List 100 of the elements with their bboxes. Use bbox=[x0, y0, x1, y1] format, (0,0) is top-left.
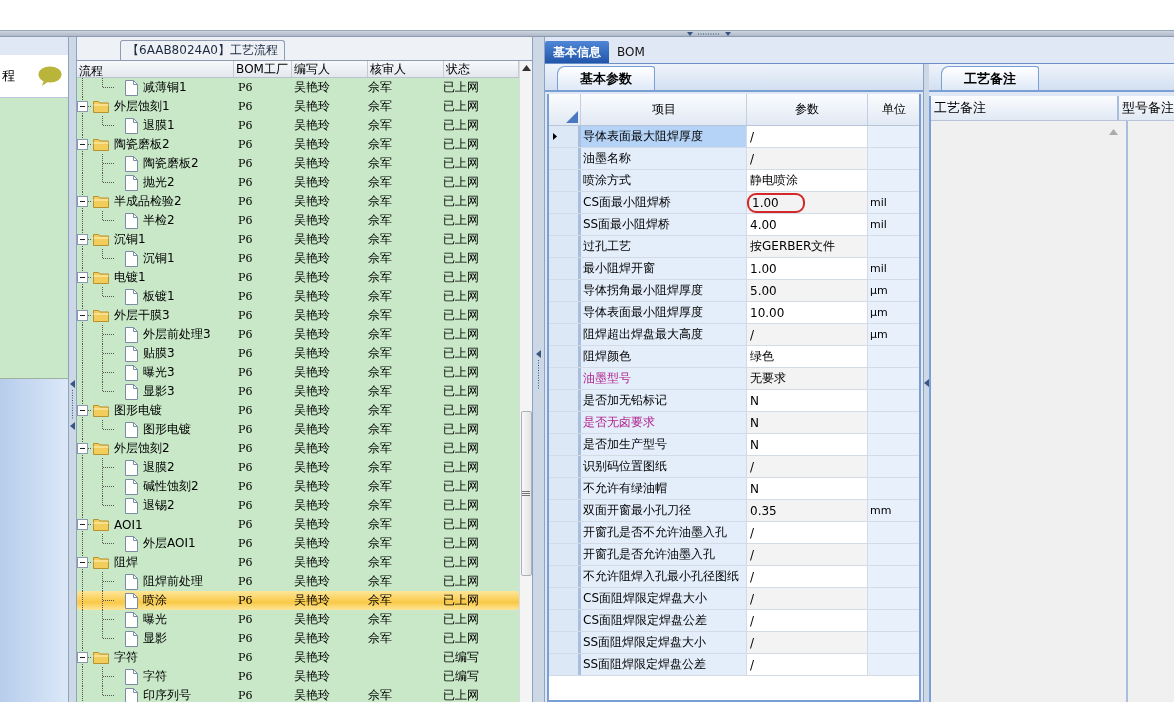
table-row[interactable]: 识别码位置图纸 / bbox=[549, 456, 919, 478]
tree-row[interactable]: 沉铜1 P6 吴艳玲 佘军 已上网 bbox=[77, 230, 519, 249]
tree-row[interactable]: 退膜1 P6 吴艳玲 佘军 已上网 bbox=[77, 116, 519, 135]
table-cell[interactable]: N bbox=[747, 390, 868, 411]
collapse-toggle-icon[interactable] bbox=[77, 272, 88, 283]
column-header[interactable]: 项目 bbox=[581, 94, 747, 125]
collapse-toggle-icon[interactable] bbox=[77, 652, 88, 663]
table-cell[interactable]: / bbox=[747, 544, 868, 565]
collapse-arrow-icon[interactable] bbox=[70, 421, 75, 430]
speech-bubble-icon[interactable] bbox=[38, 66, 62, 86]
table-row[interactable]: 导体表面最小阻焊厚度 10.00 μm bbox=[549, 302, 919, 324]
table-cell[interactable]: / bbox=[747, 456, 868, 477]
table-row[interactable]: 导体表面最大阻焊厚度 / bbox=[549, 126, 919, 148]
tree-row[interactable]: 退锡2 P6 吴艳玲 佘军 已上网 bbox=[77, 496, 519, 515]
tree-row[interactable]: 沉铜1 P6 吴艳玲 佘军 已上网 bbox=[77, 249, 519, 268]
table-row[interactable]: 不允许阻焊入孔最小孔径图纸 / bbox=[549, 566, 919, 588]
splitter-grip-icon[interactable] bbox=[686, 31, 732, 37]
tree-row[interactable]: 板镀1 P6 吴艳玲 佘军 已上网 bbox=[77, 287, 519, 306]
collapse-toggle-icon[interactable] bbox=[77, 557, 88, 568]
table-cell[interactable]: / bbox=[747, 588, 868, 609]
table-row[interactable]: 喷涂方式 静电喷涂 bbox=[549, 170, 919, 192]
tab[interactable]: 基本参数 bbox=[557, 66, 655, 90]
collapse-toggle-icon[interactable] bbox=[77, 405, 88, 416]
scrollbar[interactable] bbox=[519, 61, 532, 702]
scroll-thumb[interactable] bbox=[520, 411, 532, 576]
table-row[interactable]: 开窗孔是否允许油墨入孔 / bbox=[549, 544, 919, 566]
table-cell[interactable]: / bbox=[747, 148, 868, 169]
tree-row[interactable]: 外层蚀刻2 P6 吴艳玲 佘军 已上网 bbox=[77, 439, 519, 458]
tree-row[interactable]: 显影 P6 吴艳玲 佘军 已上网 bbox=[77, 629, 519, 648]
table-cell[interactable]: / bbox=[747, 324, 868, 345]
scroll-up-icon[interactable] bbox=[521, 65, 531, 71]
table-row[interactable]: 阻焊颜色 绿色 bbox=[549, 346, 919, 368]
tree-row[interactable]: 印序列号 P6 吴艳玲 佘军 已上网 bbox=[77, 686, 519, 702]
row-header[interactable] bbox=[549, 126, 581, 147]
table-cell[interactable]: 1.00 bbox=[747, 258, 868, 279]
column-header[interactable]: 核审人 bbox=[367, 61, 445, 77]
tree-row[interactable]: 阻焊 P6 吴艳玲 佘军 已上网 bbox=[77, 553, 519, 572]
table-cell[interactable]: 按GERBER文件 bbox=[747, 236, 868, 257]
table-cell[interactable]: / bbox=[747, 632, 868, 653]
collapse-toggle-icon[interactable] bbox=[77, 196, 88, 207]
splitter-grip-icon[interactable] bbox=[71, 389, 74, 420]
collapse-toggle-icon[interactable] bbox=[77, 101, 88, 112]
tree-row[interactable]: 半检2 P6 吴艳玲 佘军 已上网 bbox=[77, 211, 519, 230]
table-row[interactable]: 阻焊超出焊盘最大高度 / μm bbox=[549, 324, 919, 346]
tree-row[interactable]: 外层干膜3 P6 吴艳玲 佘军 已上网 bbox=[77, 306, 519, 325]
tab[interactable]: BOM bbox=[609, 41, 653, 63]
table-row[interactable]: SS面最小阻焊桥 4.00 mil bbox=[549, 214, 919, 236]
collapse-arrow-icon[interactable] bbox=[536, 349, 541, 358]
tree-row[interactable]: 陶瓷磨板2 P6 吴艳玲 佘军 已上网 bbox=[77, 135, 519, 154]
table-cell[interactable]: / bbox=[747, 654, 868, 675]
tree-row[interactable]: 曝光 P6 吴艳玲 佘军 已上网 bbox=[77, 610, 519, 629]
table-cell[interactable]: N bbox=[747, 412, 868, 433]
tree-row[interactable]: 贴膜3 P6 吴艳玲 佘军 已上网 bbox=[77, 344, 519, 363]
table-cell[interactable]: 绿色 bbox=[747, 346, 868, 367]
table-row[interactable]: SS面阻焊限定焊盘公差 / bbox=[549, 654, 919, 676]
table-row[interactable]: 最小阻焊开窗 1.00 mil bbox=[549, 258, 919, 280]
table-row[interactable]: 双面开窗最小孔刀径 0.35 mm bbox=[549, 500, 919, 522]
tree-row[interactable]: 减薄铜1 P6 吴艳玲 佘军 已上网 bbox=[77, 78, 519, 97]
table-cell[interactable]: / bbox=[747, 522, 868, 543]
tree-row[interactable]: 字符 P6 吴艳玲 已编写 bbox=[77, 648, 519, 667]
column-header[interactable]: BOM工厂 bbox=[234, 61, 293, 77]
tree-row[interactable]: 陶瓷磨板2 P6 吴艳玲 佘军 已上网 bbox=[77, 154, 519, 173]
table-cell[interactable]: 无要求 bbox=[747, 368, 868, 389]
collapse-toggle-icon[interactable] bbox=[77, 139, 88, 150]
collapse-toggle-icon[interactable] bbox=[77, 519, 88, 530]
table-cell[interactable]: / bbox=[747, 610, 868, 631]
table-row[interactable]: CS面阻焊限定焊盘大小 / bbox=[549, 588, 919, 610]
collapse-arrow-icon[interactable] bbox=[924, 379, 929, 387]
table-row[interactable]: 过孔工艺 按GERBER文件 bbox=[549, 236, 919, 258]
table-cell[interactable]: 1.00 bbox=[747, 192, 868, 213]
tree-row[interactable]: 显影3 P6 吴艳玲 佘军 已上网 bbox=[77, 382, 519, 401]
tree-row[interactable]: 外层AOI1 P6 吴艳玲 佘军 已上网 bbox=[77, 534, 519, 553]
table-row[interactable]: 是否加生产型号 N bbox=[549, 434, 919, 456]
table-cell[interactable]: N bbox=[747, 434, 868, 455]
tree-row[interactable]: AOI1 P6 吴艳玲 佘军 已上网 bbox=[77, 515, 519, 534]
collapse-toggle-icon[interactable] bbox=[77, 310, 88, 321]
table-cell[interactable]: / bbox=[747, 566, 868, 587]
collapse-arrow-icon[interactable] bbox=[70, 379, 75, 388]
column-header[interactable]: 型号备注 bbox=[1119, 96, 1174, 120]
table-cell[interactable]: 5.00 bbox=[747, 280, 868, 301]
column-header[interactable]: 编写人 bbox=[292, 61, 368, 77]
tree-row[interactable]: 图形电镀 P6 吴艳玲 佘军 已上网 bbox=[77, 420, 519, 439]
tab[interactable]: 工艺备注 bbox=[941, 66, 1039, 90]
nav-label[interactable]: 程 bbox=[2, 67, 15, 85]
tree-row[interactable]: 电镀1 P6 吴艳玲 佘军 已上网 bbox=[77, 268, 519, 287]
table-row[interactable]: 油墨型号 无要求 bbox=[549, 368, 919, 390]
collapse-toggle-icon[interactable] bbox=[77, 234, 88, 245]
table-cell[interactable]: 0.35 bbox=[747, 500, 868, 521]
tab[interactable]: 基本信息 bbox=[545, 41, 609, 63]
table-cell[interactable]: 4.00 bbox=[747, 214, 868, 235]
table-cell[interactable]: 10.00 bbox=[747, 302, 868, 323]
tree-row[interactable]: 退膜2 P6 吴艳玲 佘军 已上网 bbox=[77, 458, 519, 477]
tree-row[interactable]: 喷涂 P6 吴艳玲 佘军 已上网 bbox=[77, 591, 519, 610]
table-row[interactable]: 油墨名称 / bbox=[549, 148, 919, 170]
table-row[interactable]: 开窗孔是否不允许油墨入孔 / bbox=[549, 522, 919, 544]
tree-row[interactable]: 图形电镀 P6 吴艳玲 佘军 已上网 bbox=[77, 401, 519, 420]
table-cell[interactable]: 静电喷涂 bbox=[747, 170, 868, 191]
tree-row[interactable]: 抛光2 P6 吴艳玲 佘军 已上网 bbox=[77, 173, 519, 192]
collapse-toggle-icon[interactable] bbox=[77, 443, 88, 454]
tree-row[interactable]: 碱性蚀刻2 P6 吴艳玲 佘军 已上网 bbox=[77, 477, 519, 496]
